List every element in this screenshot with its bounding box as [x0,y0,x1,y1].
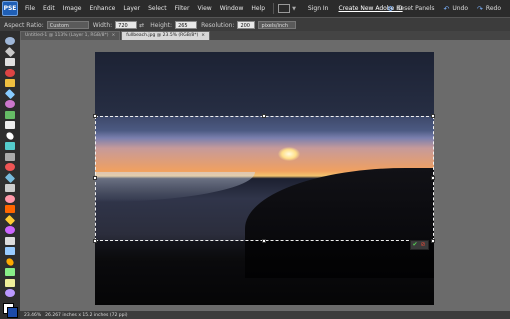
tab-fullbeach[interactable]: fullbeach.jpg @ 23.5% (RGB/8*) × [121,31,211,40]
paint-bucket-icon[interactable] [4,214,16,225]
document-tabs: Untitled-1 @ 113% (Layer 1, RGB/8*) × ful… [20,31,510,40]
resolution-field[interactable]: 200 [237,21,256,29]
crop-handle-bottom[interactable] [262,239,266,243]
tool-options-bar: Aspect Ratio: Custom Width: 720 px ⇄ Hei… [0,17,510,37]
app-logo: PSE [2,1,18,16]
reset-panels-icon: ⚙ [387,4,394,13]
crop-handle-top-right[interactable] [431,114,435,118]
color-replace-icon[interactable] [5,289,15,297]
menu-filter[interactable]: Filter [171,5,194,12]
crop-handle-right[interactable] [431,176,435,180]
aspect-ratio-select[interactable]: Custom [46,21,89,29]
menu-divider [273,3,275,14]
selection-brush-icon[interactable] [5,110,15,119]
redo-button[interactable]: ↷ Redo [477,5,501,13]
clone-stamp-icon[interactable] [5,184,15,192]
hand-icon[interactable] [5,58,15,66]
move-icon[interactable] [5,37,15,45]
workspace-icon[interactable] [278,4,291,13]
tab-label: Untitled-1 @ 113% (Layer 1, RGB/8*) [25,33,109,38]
zoom-icon[interactable] [4,46,16,57]
undo-icon: ↶ [443,4,450,13]
eyedropper-icon[interactable] [5,68,15,77]
crop-shield-bottom [95,241,434,305]
reset-panels-label: Reset Panels [396,5,435,12]
menu-file[interactable]: File [21,5,39,12]
reset-panels-button[interactable]: ⚙ Reset Panels [387,5,434,13]
marquee-icon[interactable] [5,79,15,87]
status-bar: 23.46% 26.267 inches x 15.2 inches (72 p… [20,311,510,319]
crop-handle-bottom-right[interactable] [431,239,435,243]
shape-icon[interactable] [5,236,15,245]
undo-label: Undo [452,5,469,12]
gradient-icon[interactable] [5,226,15,234]
commit-check-icon[interactable]: ✔ [411,241,419,249]
sponge-icon[interactable] [4,256,16,267]
crop-shield-top [95,52,434,116]
crop-marquee[interactable] [95,116,434,241]
red-eye-icon[interactable] [5,163,15,171]
resolution-unit-select[interactable]: pixels/inch [258,21,297,29]
width-field[interactable]: 720 px [115,21,138,37]
lasso-icon[interactable] [4,88,16,99]
crop-handle-top-left[interactable] [93,114,97,118]
type-icon[interactable] [5,121,15,129]
zoom-level[interactable]: 23.46% [24,313,41,318]
menu-select[interactable]: Select [144,5,171,12]
tab-label: fullbeach.jpg @ 23.5% (RGB/8*) [126,33,199,38]
height-label: Height: [150,21,173,29]
dodge-icon[interactable] [5,278,15,287]
aspect-ratio-label: Aspect Ratio: [4,21,44,29]
straighten-icon[interactable] [5,152,15,161]
close-icon[interactable]: × [201,33,205,38]
menu-edit[interactable]: Edit [39,5,59,12]
eraser-icon[interactable] [5,194,15,203]
menu-enhance[interactable]: Enhance [85,5,119,12]
tab-untitled-1[interactable]: Untitled-1 @ 113% (Layer 1, RGB/8*) × [20,31,121,40]
menu-window[interactable]: Window [216,5,248,12]
crop-icon[interactable] [4,130,16,141]
redo-icon: ↷ [477,4,483,13]
smudge-icon[interactable] [5,268,15,276]
menu-help[interactable]: Help [247,5,269,12]
magic-wand-icon[interactable] [5,100,15,108]
menu-view[interactable]: View [193,5,215,12]
crop-handle-bottom-left[interactable] [93,239,97,243]
redo-label: Redo [485,5,501,12]
document-info: 26.267 inches x 15.2 inches (72 ppi) [45,312,128,318]
chevron-down-icon[interactable]: ▼ [292,6,296,12]
resolution-label: Resolution: [201,21,235,29]
brush-icon[interactable] [5,205,15,213]
spot-healing-icon[interactable] [4,172,16,183]
sign-in-link[interactable]: Sign In [302,5,335,12]
menu-image[interactable]: Image [59,5,86,12]
crop-handle-left[interactable] [93,176,97,180]
menu-layer[interactable]: Layer [119,5,144,12]
toolbox [0,31,21,319]
height-field[interactable]: 265 px [175,21,198,37]
crop-commit-controls: ✔ ⊘ [410,240,429,250]
cookie-cutter-icon[interactable] [5,142,15,150]
swap-dimensions-icon[interactable]: ⇄ [139,22,144,29]
blur-icon[interactable] [5,247,15,255]
crop-handle-top[interactable] [262,114,266,118]
width-label: Width: [92,21,113,29]
menu-bar: PSE File Edit Image Enhance Layer Select… [0,0,510,17]
close-icon[interactable]: × [112,33,116,38]
foreground-color-swatch[interactable] [7,307,18,318]
undo-button[interactable]: ↶ Undo [443,5,468,13]
cancel-icon[interactable]: ⊘ [419,241,427,249]
header-actions: ⚙ Reset Panels ↶ Undo ↷ Redo [387,0,510,17]
